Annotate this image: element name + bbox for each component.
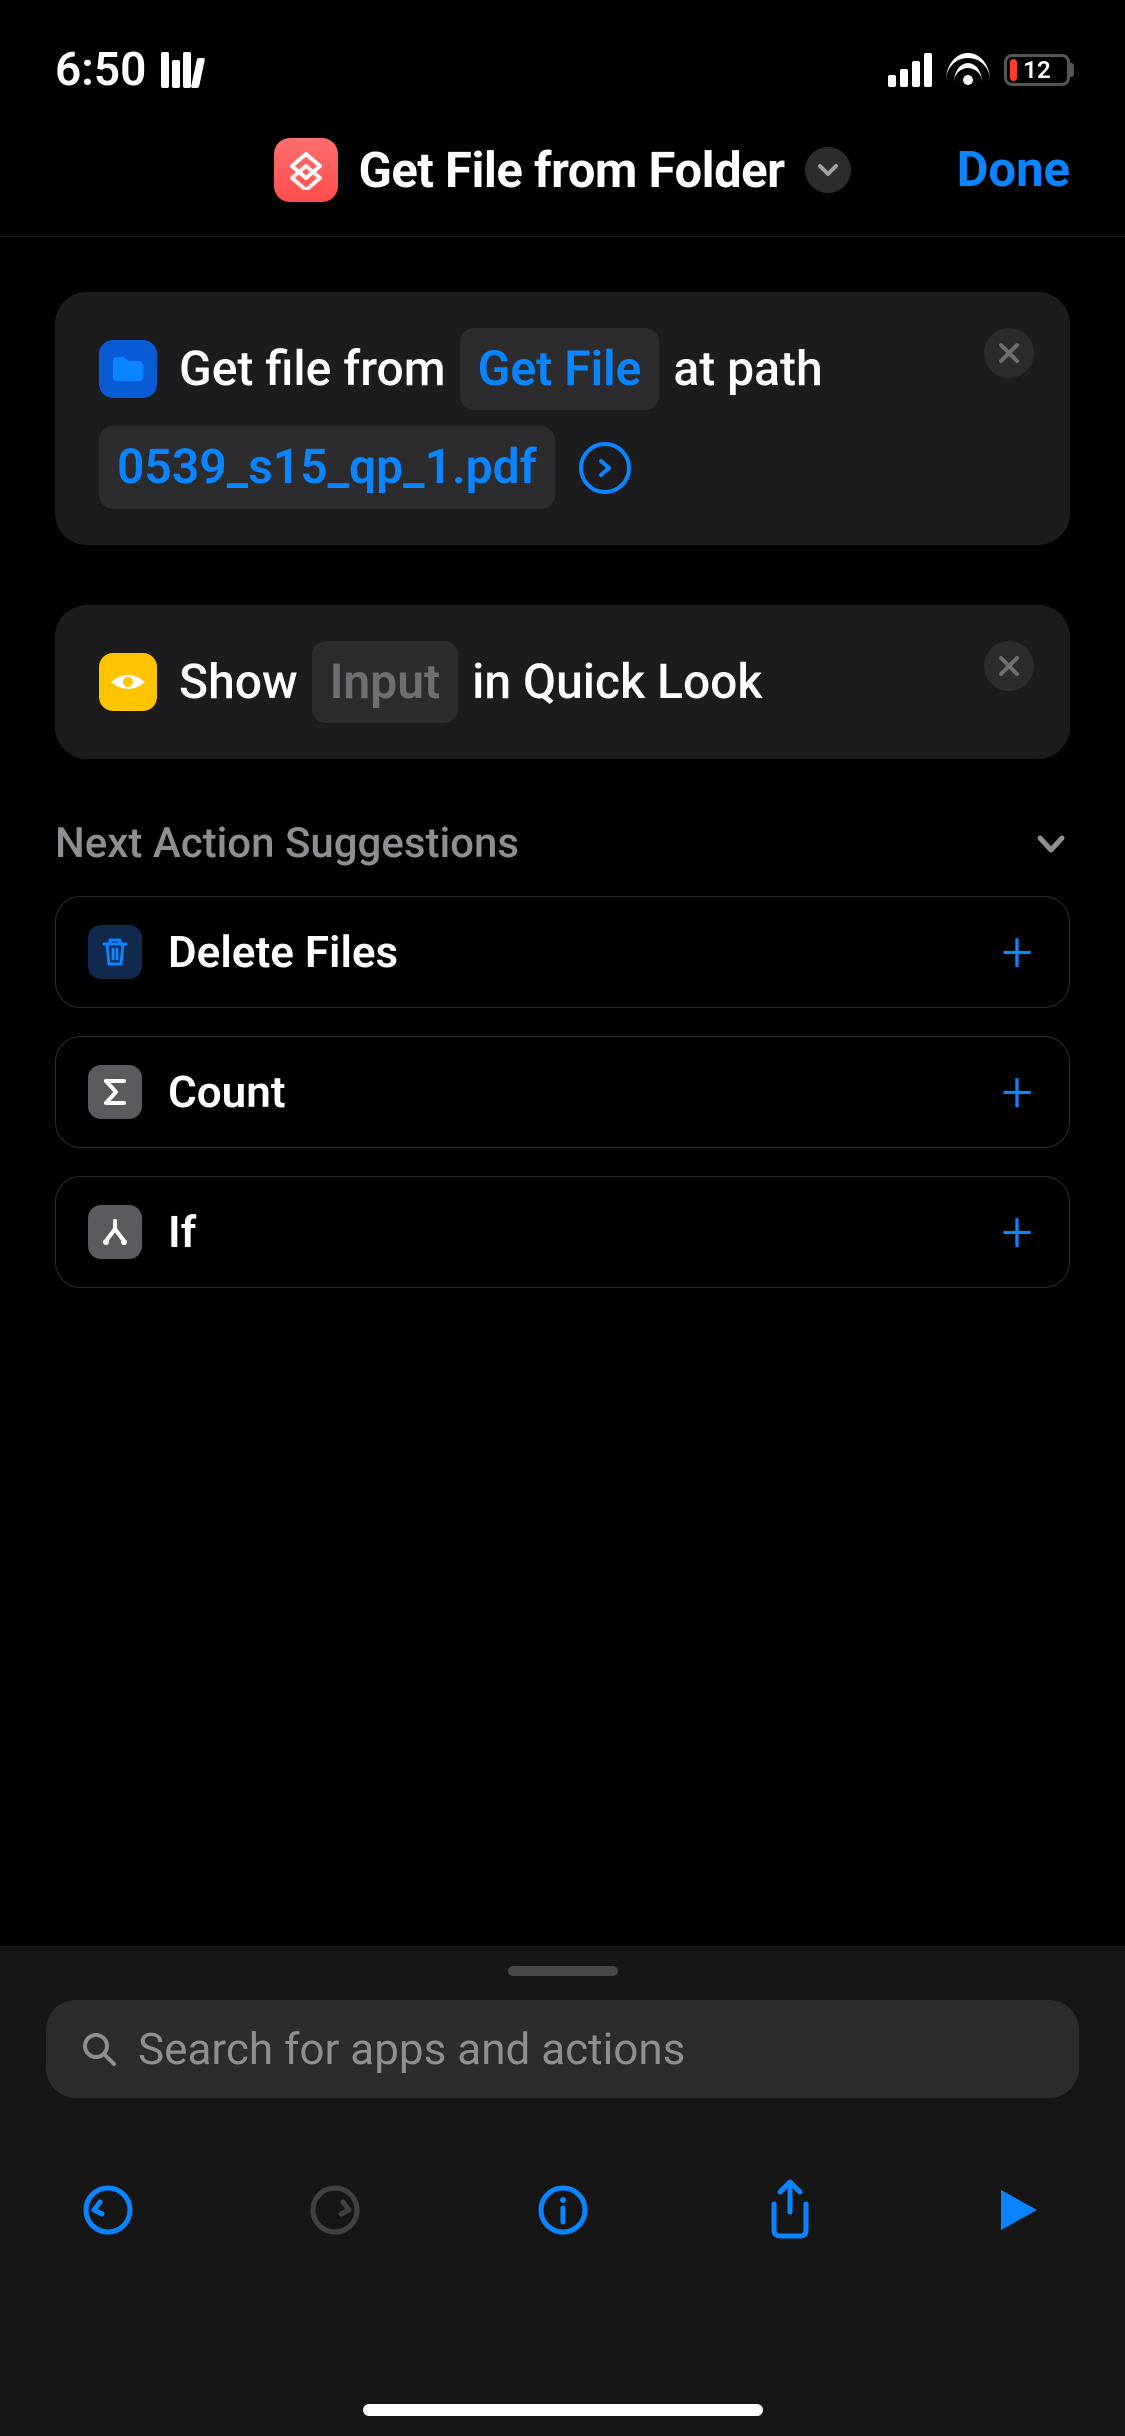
status-time: 6:50 xyxy=(55,43,146,97)
status-right: 12 xyxy=(888,53,1070,87)
add-suggestion-button[interactable]: + xyxy=(1001,1199,1033,1265)
action-card-quick-look[interactable]: Show Input in Quick Look xyxy=(55,605,1070,759)
title-bar: Get File from Folder Done xyxy=(0,110,1125,237)
chevron-right-icon xyxy=(595,458,615,478)
page-title: Get File from Folder xyxy=(358,142,784,199)
sheet-grabber[interactable] xyxy=(508,1966,618,1976)
close-icon xyxy=(998,342,1020,364)
info-icon xyxy=(535,2182,591,2238)
suggestions-header[interactable]: Next Action Suggestions xyxy=(55,819,1070,868)
suggestion-delete-files[interactable]: Delete Files + xyxy=(55,896,1070,1008)
trash-icon xyxy=(88,925,142,979)
disclosure-button[interactable] xyxy=(579,442,631,494)
action-text: Show xyxy=(179,645,298,719)
redo-button[interactable] xyxy=(293,2168,377,2252)
sigma-icon xyxy=(88,1065,142,1119)
action-text: in Quick Look xyxy=(472,645,762,719)
suggestion-label: If xyxy=(168,1206,196,1258)
param-file-path[interactable]: 0539_s15_qp_1.pdf xyxy=(99,426,555,508)
content: Get file from Get File at path 0539_s15_… xyxy=(0,237,1125,1288)
action-card-get-file[interactable]: Get file from Get File at path 0539_s15_… xyxy=(55,292,1070,545)
close-icon xyxy=(998,655,1020,677)
suggestions-heading: Next Action Suggestions xyxy=(55,819,519,868)
wifi-icon xyxy=(946,53,990,87)
suggestion-if[interactable]: If + xyxy=(55,1176,1070,1288)
suggestion-count[interactable]: Count + xyxy=(55,1036,1070,1148)
suggestion-label: Delete Files xyxy=(168,926,398,978)
bottom-panel: Search for apps and actions xyxy=(0,1946,1125,2436)
branch-icon xyxy=(88,1205,142,1259)
redo-icon xyxy=(307,2182,363,2238)
suggestion-label: Count xyxy=(168,1066,286,1118)
books-icon xyxy=(161,52,202,88)
chevron-down-icon xyxy=(816,158,840,182)
action-text: Get file from xyxy=(179,332,446,406)
battery-icon: 12 xyxy=(1004,54,1070,86)
remove-action-button[interactable] xyxy=(984,328,1034,378)
param-get-file[interactable]: Get File xyxy=(460,328,660,410)
search-placeholder: Search for apps and actions xyxy=(138,2023,685,2075)
undo-button[interactable] xyxy=(66,2168,150,2252)
status-left: 6:50 xyxy=(55,43,202,97)
title-wrap[interactable]: Get File from Folder xyxy=(274,138,850,202)
action-text: at path xyxy=(673,332,822,406)
add-suggestion-button[interactable]: + xyxy=(1001,919,1033,985)
folder-icon xyxy=(99,340,157,398)
chevron-down-icon xyxy=(1032,825,1070,863)
status-bar: 6:50 12 xyxy=(0,0,1125,110)
remove-action-button[interactable] xyxy=(984,641,1034,691)
run-button[interactable] xyxy=(975,2168,1059,2252)
battery-percent: 12 xyxy=(1007,54,1067,86)
share-button[interactable] xyxy=(748,2168,832,2252)
title-chevron-button[interactable] xyxy=(805,147,851,193)
search-input[interactable]: Search for apps and actions xyxy=(46,2000,1079,2098)
play-icon xyxy=(991,2184,1043,2236)
bottom-toolbar xyxy=(46,2168,1079,2252)
search-icon xyxy=(80,2030,118,2068)
eye-icon xyxy=(99,653,157,711)
share-icon xyxy=(762,2178,818,2242)
param-input[interactable]: Input xyxy=(312,641,459,723)
add-suggestion-button[interactable]: + xyxy=(1001,1059,1033,1125)
shortcuts-app-icon xyxy=(274,138,338,202)
done-button[interactable]: Done xyxy=(957,141,1070,198)
info-button[interactable] xyxy=(521,2168,605,2252)
undo-icon xyxy=(80,2182,136,2238)
home-indicator[interactable] xyxy=(363,2404,763,2416)
cellular-icon xyxy=(888,53,932,87)
